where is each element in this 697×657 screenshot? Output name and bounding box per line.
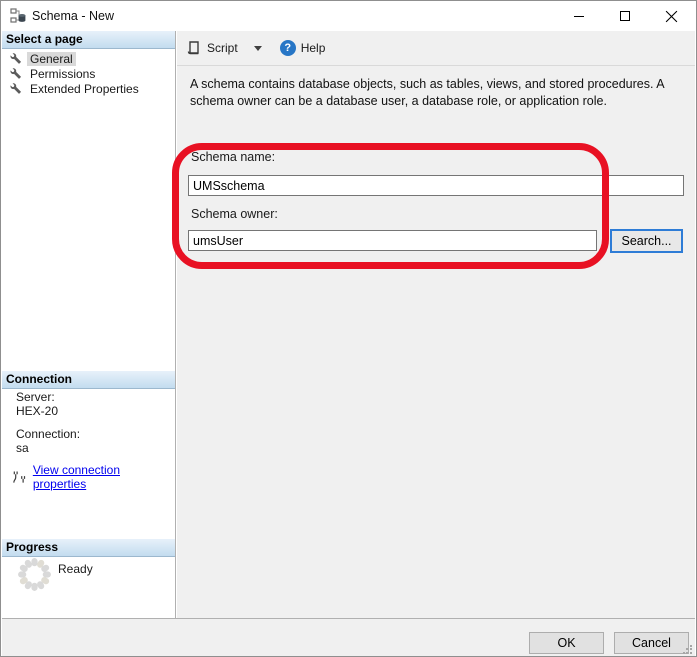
connection-plug-icon bbox=[12, 470, 27, 485]
connection-label: Connection: bbox=[16, 427, 80, 441]
toolbar: Script ? Help bbox=[177, 31, 695, 66]
schema-name-label: Schema name: bbox=[191, 150, 275, 164]
minimize-icon bbox=[573, 10, 585, 22]
maximize-button[interactable] bbox=[602, 1, 648, 31]
maximize-icon bbox=[619, 10, 631, 22]
progress-status: Ready bbox=[58, 562, 93, 576]
connection-value: sa bbox=[16, 441, 29, 455]
script-label: Script bbox=[207, 41, 238, 55]
sidebar-item-permissions[interactable]: Permissions bbox=[2, 66, 175, 81]
sidebar-item-label: Extended Properties bbox=[27, 82, 142, 96]
title-bar[interactable]: Schema - New bbox=[1, 1, 696, 31]
sidebar-item-label: General bbox=[27, 52, 76, 66]
search-button[interactable]: Search... bbox=[610, 229, 683, 253]
wrench-icon bbox=[10, 52, 23, 65]
close-button[interactable] bbox=[648, 1, 694, 31]
ok-button[interactable]: OK bbox=[529, 632, 604, 654]
view-connection-properties-link[interactable]: View connection properties bbox=[33, 463, 175, 491]
sidebar: Select a page General Permissions Extend… bbox=[2, 31, 176, 618]
sidebar-item-extended-properties[interactable]: Extended Properties bbox=[2, 81, 175, 96]
footer-bar: OK Cancel bbox=[2, 618, 695, 657]
script-icon bbox=[186, 40, 202, 56]
help-button[interactable]: ? Help bbox=[262, 36, 330, 60]
help-icon: ? bbox=[280, 40, 296, 56]
main-panel: Script ? Help A schema contains database… bbox=[177, 31, 695, 618]
wrench-icon bbox=[10, 67, 23, 80]
sidebar-item-label: Permissions bbox=[27, 67, 98, 81]
server-value: HEX-20 bbox=[16, 404, 58, 418]
close-icon bbox=[665, 10, 678, 23]
script-dropdown-icon[interactable] bbox=[254, 46, 262, 51]
progress-spinner-icon bbox=[16, 556, 53, 593]
select-a-page-header: Select a page bbox=[2, 31, 175, 49]
schema-name-input[interactable] bbox=[188, 175, 684, 196]
progress-header: Progress bbox=[2, 539, 175, 557]
minimize-button[interactable] bbox=[556, 1, 602, 31]
sidebar-item-general[interactable]: General bbox=[2, 51, 175, 66]
help-label: Help bbox=[301, 41, 326, 55]
cancel-button[interactable]: Cancel bbox=[614, 632, 689, 654]
resize-grip[interactable] bbox=[683, 645, 693, 655]
server-label: Server: bbox=[16, 390, 55, 404]
script-button[interactable]: Script bbox=[177, 36, 242, 60]
schema-icon bbox=[10, 8, 26, 24]
schema-new-dialog: Schema - New Select a page General Permi… bbox=[0, 0, 697, 657]
window-title: Schema - New bbox=[32, 9, 114, 23]
schema-owner-label: Schema owner: bbox=[191, 207, 278, 221]
schema-owner-input[interactable] bbox=[188, 230, 597, 251]
wrench-icon bbox=[10, 82, 23, 95]
schema-description-text: A schema contains database objects, such… bbox=[190, 76, 674, 110]
connection-header: Connection bbox=[2, 371, 175, 389]
